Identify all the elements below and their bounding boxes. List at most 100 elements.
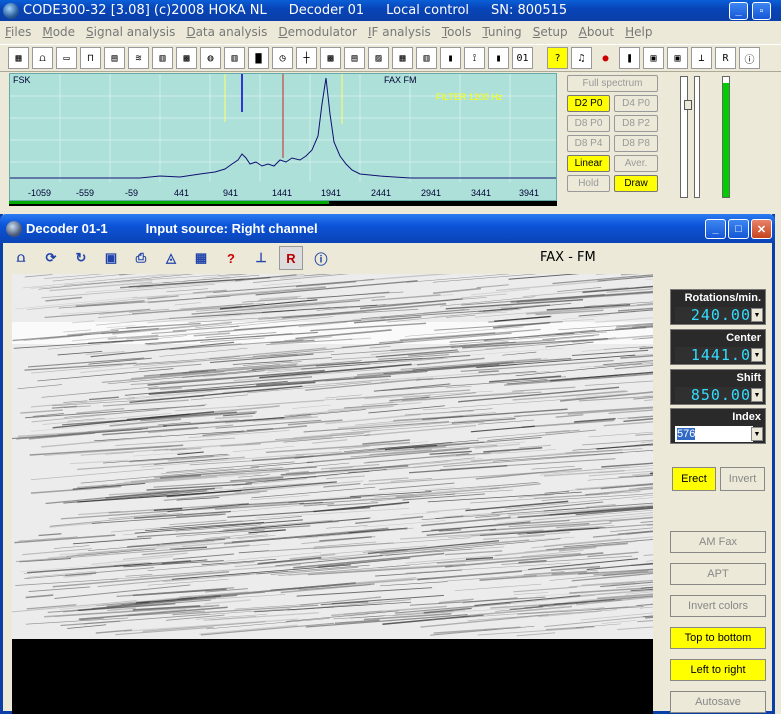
app-minimize-button[interactable]: _ <box>729 2 748 20</box>
scope-icon[interactable]: ◍ <box>200 47 221 69</box>
invert-button[interactable]: Invert <box>720 467 765 491</box>
chart-icon[interactable]: ▥ <box>152 47 173 69</box>
app-decoder-label: Decoder 01 <box>288 3 365 18</box>
index-label: Index <box>732 411 761 423</box>
info-icon[interactable]: ⓘ <box>309 246 333 270</box>
tuning-icon[interactable]: ⊥ <box>249 246 273 270</box>
window-icon[interactable]: ▭ <box>56 47 77 69</box>
grid-icon[interactable]: ▦ <box>8 47 29 69</box>
level-icon[interactable]: ▥ <box>224 47 245 69</box>
decoder-minimize-button[interactable]: _ <box>705 219 726 239</box>
menu-files[interactable]: Files <box>5 25 31 39</box>
menu-about[interactable]: About <box>579 25 615 39</box>
app-close-button[interactable]: ▫ <box>752 2 771 20</box>
decoder-maximize-button[interactable]: □ <box>728 219 749 239</box>
left-to-right-button[interactable]: Left to right <box>670 659 766 681</box>
am-fax-button[interactable]: AM Fax <box>670 531 766 553</box>
spectrum-icon[interactable]: ⩍ <box>32 47 53 69</box>
help-icon[interactable]: ? <box>219 246 243 270</box>
register-icon[interactable]: ▤ <box>344 47 365 69</box>
level-slider-handle[interactable] <box>684 100 692 110</box>
d8p8-button[interactable]: D8 P8 <box>614 135 658 152</box>
chevron-down-icon[interactable]: ▼ <box>751 348 763 362</box>
level-meter-right <box>722 76 730 198</box>
index-value: 576 <box>677 428 696 440</box>
shift-control: Shift 850.00 ▼ <box>670 369 766 405</box>
clock-icon[interactable]: ◷ <box>272 47 293 69</box>
diagonal-icon[interactable]: ▨ <box>368 47 389 69</box>
tape-icon[interactable]: ▣ <box>667 47 688 69</box>
chevron-down-icon[interactable]: ▼ <box>751 308 763 322</box>
menu-data-analysis[interactable]: Data analysis <box>186 25 267 39</box>
crosshair-icon[interactable]: ┼ <box>296 47 317 69</box>
record-icon[interactable]: ● <box>595 47 616 69</box>
d8p4-button[interactable]: D8 P4 <box>567 135 610 152</box>
save-icon[interactable]: ▣ <box>99 246 123 270</box>
tuning-icon[interactable]: ⊥ <box>691 47 712 69</box>
meter-icon[interactable]: ▮ <box>440 47 461 69</box>
chevron-down-icon[interactable]: ▼ <box>751 427 763 441</box>
tick-label: -59 <box>125 188 139 198</box>
autosave-button[interactable]: Autosave <box>670 691 766 713</box>
help-icon[interactable]: ? <box>547 47 568 69</box>
filter-icon[interactable]: ◬ <box>159 246 183 270</box>
spectrum-icon[interactable]: ⩍ <box>9 246 33 270</box>
d4p0-button[interactable]: D4 P0 <box>614 95 658 112</box>
refresh-icon[interactable]: ⟳ <box>39 246 63 270</box>
decoder-close-button[interactable]: ✕ <box>751 219 772 239</box>
menu-setup[interactable]: Setup <box>533 25 568 39</box>
menu-tools[interactable]: Tools <box>442 25 472 39</box>
spectrum-display[interactable]: FSK FAX FM FILTER 1200 Hz -1059 -559 -59… <box>9 73 557 201</box>
audio-icon[interactable]: ♫ <box>571 47 592 69</box>
invert-colors-button[interactable]: Invert colors <box>670 595 766 617</box>
center-value[interactable]: 1441.0 <box>675 347 753 363</box>
menu-if-analysis[interactable]: IF analysis <box>368 25 431 39</box>
binary-icon[interactable]: 01 <box>512 47 533 69</box>
fax-image-blank-area <box>12 639 653 714</box>
matrix-icon[interactable]: ▩ <box>176 47 197 69</box>
chevron-down-icon[interactable]: ▼ <box>751 388 763 402</box>
full-spectrum-button[interactable]: Full spectrum <box>567 75 658 92</box>
table-icon[interactable]: ▦ <box>392 47 413 69</box>
menu-tuning[interactable]: Tuning <box>482 25 521 39</box>
histogram-icon[interactable]: ▇ <box>248 47 269 69</box>
index-control: Index 576 ▼ <box>670 408 766 444</box>
app-title: CODE300-32 [3.08] (c)2008 HOKA NL <box>23 3 267 18</box>
menu-mode[interactable]: Mode <box>42 25 75 39</box>
menu-demodulator[interactable]: Demodulator <box>278 25 357 39</box>
tick-label: 1941 <box>321 188 342 198</box>
shift-value[interactable]: 850.00 <box>675 387 753 403</box>
colorbar-icon[interactable]: ▮ <box>488 47 509 69</box>
menu-help[interactable]: Help <box>625 25 652 39</box>
signal-icon[interactable]: ⊓ <box>80 47 101 69</box>
columns-icon[interactable]: ▥ <box>416 47 437 69</box>
top-to-bottom-button[interactable]: Top to bottom <box>670 627 766 649</box>
linear-button[interactable]: Linear <box>567 155 610 172</box>
record-icon[interactable]: R <box>279 246 303 270</box>
average-button[interactable]: Aver. <box>614 155 658 172</box>
d2p0-button[interactable]: D2 P0 <box>567 95 610 112</box>
remote-icon[interactable]: R <box>715 47 736 69</box>
phase-icon[interactable]: ⟟ <box>464 47 485 69</box>
info-icon[interactable]: ⓘ <box>739 47 760 69</box>
d8p0-button[interactable]: D8 P0 <box>567 115 610 132</box>
index-select[interactable]: 576 <box>675 426 753 442</box>
bars-icon[interactable]: ▤ <box>104 47 125 69</box>
menu-signal-analysis[interactable]: Signal analysis <box>86 25 175 39</box>
waveform-icon[interactable]: ≋ <box>128 47 149 69</box>
app-control-label: Local control <box>386 3 470 18</box>
cassette-icon[interactable]: ▩ <box>320 47 341 69</box>
rotations-value[interactable]: 240.00 <box>675 307 753 323</box>
hold-button[interactable]: Hold <box>567 175 610 192</box>
apt-button[interactable]: APT <box>670 563 766 585</box>
d8p2-button[interactable]: D8 P2 <box>614 115 658 132</box>
rotate-icon[interactable]: ↻ <box>69 246 93 270</box>
pause-icon[interactable]: ❚ <box>619 47 640 69</box>
page-icon[interactable]: ▣ <box>643 47 664 69</box>
tick-label: 2941 <box>421 188 442 198</box>
app-title-bar: CODE300-32 [3.08] (c)2008 HOKA NL Decode… <box>0 0 781 21</box>
draw-button[interactable]: Draw <box>614 175 658 192</box>
print-icon[interactable]: ⎙ <box>129 246 153 270</box>
grid-icon[interactable]: ▦ <box>189 246 213 270</box>
erect-button[interactable]: Erect <box>672 467 716 491</box>
